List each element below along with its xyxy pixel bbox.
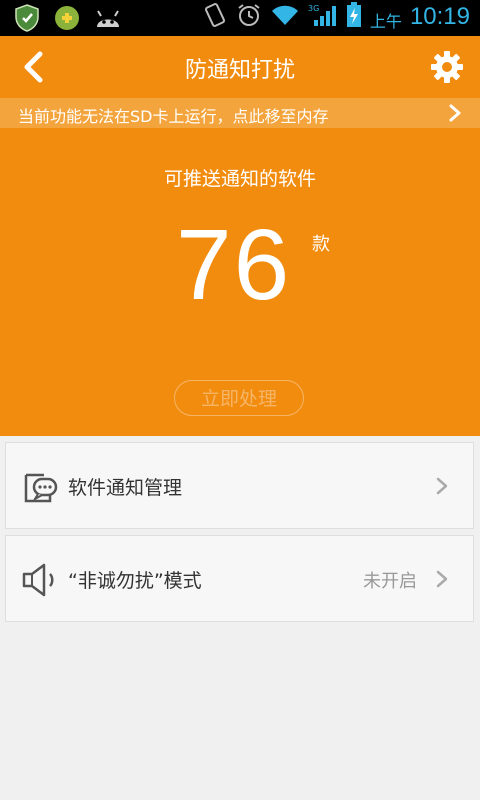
list-item-label: 软件通知管理 — [68, 477, 183, 499]
chevron-right-icon — [449, 104, 461, 122]
wifi-icon — [270, 3, 300, 31]
notice-text: 当前功能无法在SD卡上运行，点此移至内存 — [18, 107, 329, 126]
count-unit: 款 — [312, 234, 330, 255]
status-bar: 3G 上午 10:19 — [0, 0, 480, 36]
gear-icon — [431, 51, 463, 83]
signal-3g-icon: 3G — [308, 2, 338, 32]
page-title: 防通知打扰 — [184, 58, 295, 83]
summary-label: 可推送通知的软件 — [163, 168, 316, 190]
system-icons: 3G 上午 10:19 — [202, 2, 470, 32]
game-icon — [54, 5, 80, 35]
dnd-status: 未开启 — [363, 571, 417, 592]
notification-icons — [14, 4, 122, 36]
settings-button[interactable] — [430, 50, 464, 84]
shield-icon — [14, 4, 40, 36]
clock-time: 10:19 — [409, 3, 470, 30]
alarm-icon — [236, 2, 262, 32]
list-item-notification-management[interactable]: 软件通知管理 — [5, 442, 474, 529]
battery-charging-icon — [346, 2, 362, 32]
svg-text:3G: 3G — [308, 4, 319, 13]
app-count: 76 — [176, 209, 292, 321]
handle-now-button[interactable]: 立即处理 — [174, 380, 304, 416]
android-icon — [94, 7, 122, 33]
app-header: 防通知打扰 — [0, 36, 480, 98]
speaker-icon — [22, 563, 54, 597]
list-item-do-not-disturb[interactable]: “非诚勿扰”模式 未开启 — [5, 535, 474, 622]
message-icon — [24, 473, 58, 503]
chevron-right-icon — [436, 570, 448, 588]
chevron-right-icon — [436, 477, 448, 495]
clock-ampm: 上午 — [369, 12, 402, 31]
list-item-label: “非诚勿扰”模式 — [68, 570, 202, 592]
push-apps-summary: 可推送通知的软件 76 款 立即处理 — [0, 128, 480, 436]
move-to-memory-notice[interactable]: 当前功能无法在SD卡上运行，点此移至内存 — [0, 98, 480, 128]
vibrate-icon — [202, 2, 228, 32]
